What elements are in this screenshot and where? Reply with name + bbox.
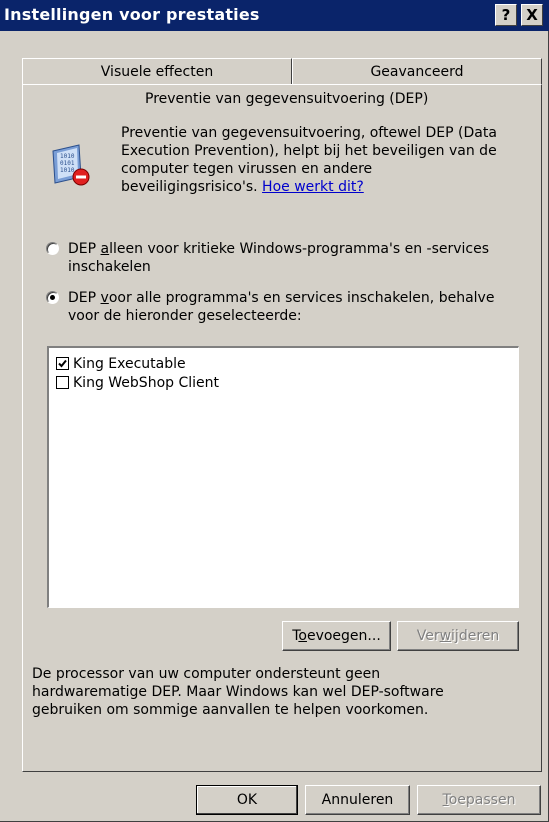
dep-all-programs-label[interactable]: DEP voor alle programma's en services in… (68, 289, 494, 307)
list-item[interactable]: King WebShop Client (56, 374, 506, 392)
performance-settings-dialog: Instellingen voor prestaties ? X Visuele… (0, 0, 549, 822)
dep-hardware-note-line-1: De processor van uw computer ondersteunt… (32, 666, 381, 682)
option-1-mnemonic: a (100, 241, 110, 257)
tab-visual-effects[interactable]: Visuele effecten (22, 58, 292, 86)
radio-selected-dot (50, 295, 55, 300)
ok-button[interactable]: OK (196, 785, 298, 815)
add-mnemonic: o (298, 628, 307, 644)
option-2-mnemonic: v (100, 290, 109, 306)
window-title: Instellingen voor prestaties (4, 5, 260, 24)
dep-description-line-1: Preventie van gegevensuitvoering, oftewe… (121, 125, 497, 141)
king-webshop-client-label: King WebShop Client (73, 375, 219, 391)
dep-essential-only-radio[interactable] (46, 242, 59, 255)
option-1-text-a: DEP (68, 241, 101, 257)
add-text-b: evoegen... (306, 628, 381, 644)
dep-description-line-4-text: beveiligingsrisico's. (121, 179, 258, 195)
king-executable-label: King Executable (73, 356, 186, 372)
remove-mnemonic: w (439, 628, 452, 644)
option-1-text-b: lleen voor kritieke Windows-programma's … (109, 241, 490, 257)
dep-description-line-2: Execution Prevention), helpt bij het bev… (121, 143, 497, 159)
dep-heading: Preventie van gegevensuitvoering (DEP) (145, 91, 429, 107)
svg-text:1010: 1010 (60, 167, 75, 174)
apply-button[interactable]: Toepassen (417, 785, 541, 815)
svg-text:0101: 0101 (60, 160, 75, 167)
cancel-button[interactable]: Annuleren (305, 785, 410, 815)
remove-text-a: Ver (416, 628, 440, 644)
how-does-it-work-link[interactable]: Hoe werkt dit? (262, 179, 364, 195)
remove-text-b: ijderen (451, 628, 500, 644)
remove-button[interactable]: Verwijderen (397, 621, 519, 651)
dep-description-line-4: beveiligingsrisico's. Hoe werkt dit? (121, 178, 364, 196)
dep-hardware-note-line-2: hardwarematige DEP. Maar Windows kan wel… (32, 684, 444, 700)
option-2-text-b: oor alle programma's en services inschak… (108, 290, 495, 306)
dep-shield-icon: 1010 0101 1010 (49, 143, 93, 187)
dep-description-line-3: computer tegen virussen en andere (121, 161, 373, 177)
king-webshop-client-checkbox[interactable] (56, 376, 69, 389)
dep-essential-only-label-line-2[interactable]: inschakelen (68, 258, 151, 276)
add-button[interactable]: Toevoegen... (282, 621, 391, 651)
tab-visual-effects-label: Visuele effecten (100, 64, 214, 80)
dep-essential-only-label[interactable]: DEP alleen voor kritieke Windows-program… (68, 240, 489, 258)
option-2-text-a: DEP (68, 290, 101, 306)
dep-all-programs-label-line-2[interactable]: voor de hieronder geselecteerde: (68, 307, 302, 325)
tab-advanced-label: Geavanceerd (370, 64, 464, 80)
dep-all-programs-radio[interactable] (46, 291, 59, 304)
dep-hardware-note-line-3: gebruiken om sommige aanvallen te helpen… (32, 702, 429, 718)
svg-text:1010: 1010 (60, 153, 75, 160)
king-executable-checkbox[interactable] (56, 357, 69, 370)
title-bar[interactable]: Instellingen voor prestaties ? X (0, 0, 549, 31)
close-button[interactable]: X (521, 4, 543, 26)
exception-program-list[interactable]: King Executable King WebShop Client (47, 346, 519, 608)
help-button[interactable]: ? (495, 4, 517, 26)
tab-advanced[interactable]: Geavanceerd (292, 58, 542, 86)
apply-text: oepassen (448, 792, 516, 808)
list-item[interactable]: King Executable (56, 355, 506, 373)
